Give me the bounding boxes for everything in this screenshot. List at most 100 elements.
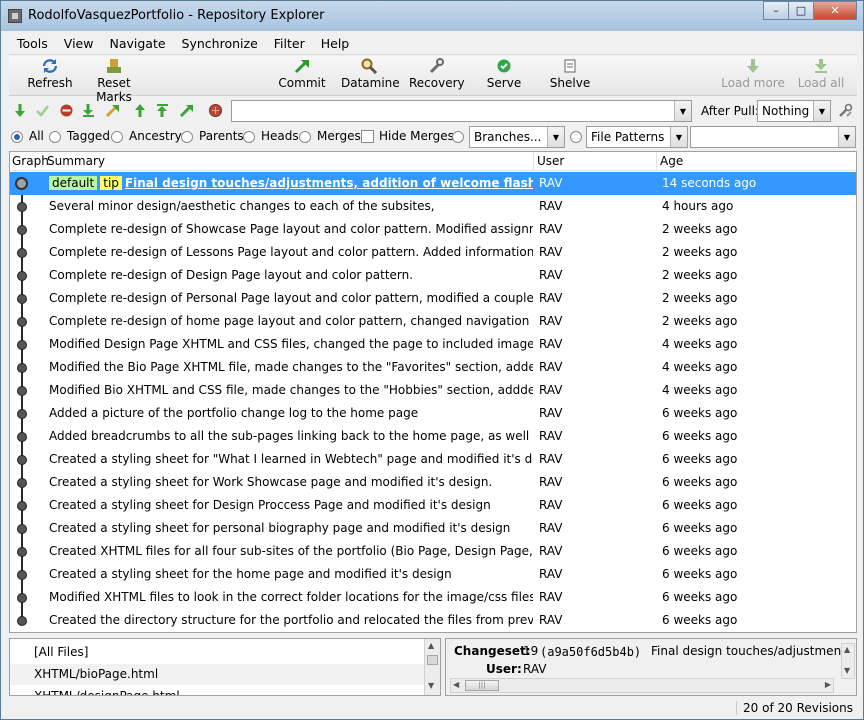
chevron-down-icon[interactable]: ▼	[813, 101, 830, 121]
table-row[interactable]: Modified Bio XHTML and CSS file, made ch…	[10, 379, 856, 402]
menu-view[interactable]: View	[56, 36, 102, 51]
file-list-item[interactable]: XHTML/bioPage.html	[10, 664, 424, 685]
table-row[interactable]: Created a styling sheet for the home pag…	[10, 563, 856, 586]
detail-hscrollbar[interactable]: ◀ ||| ▶	[450, 678, 834, 693]
scroll-up-icon[interactable]: ▲	[428, 641, 434, 650]
scroll-up-icon[interactable]: ▲	[844, 645, 850, 654]
window-controls: – □ ✕	[763, 1, 857, 21]
radio-merges[interactable]	[299, 131, 311, 143]
table-row[interactable]: Added breadcrumbs to all the sub-pages l…	[10, 425, 856, 448]
menu-synchronize[interactable]: Synchronize	[174, 36, 266, 51]
commit-button[interactable]: Commit	[277, 58, 327, 94]
file-patterns-select[interactable]: File Patterns ▼	[586, 126, 688, 148]
table-row[interactable]: Created a styling sheet for Design Procc…	[10, 494, 856, 517]
radio-parents[interactable]	[181, 131, 193, 143]
table-row[interactable]: Created a styling sheet for personal bio…	[10, 517, 856, 540]
table-row[interactable]: Complete re-design of Lessons Page layou…	[10, 241, 856, 264]
scroll-left-icon[interactable]: ◀	[453, 680, 459, 689]
scroll-thumb[interactable]	[427, 655, 438, 665]
radio-heads[interactable]	[243, 131, 255, 143]
table-row[interactable]: Added a picture of the portfolio change …	[10, 402, 856, 425]
table-row[interactable]: Complete re-design of Personal Page layo…	[10, 287, 856, 310]
chevron-down-icon[interactable]: ▼	[674, 101, 691, 121]
row-user: RAV	[539, 268, 563, 282]
push-branch-icon[interactable]	[179, 103, 194, 118]
row-summary: Created the directory structure for the …	[49, 613, 533, 627]
after-pull-select[interactable]: Nothing ▼	[757, 100, 831, 122]
file-pattern-input[interactable]: ▼	[690, 126, 856, 148]
header-age[interactable]: Age	[660, 154, 683, 168]
row-summary: Created a styling sheet for "What I lear…	[49, 452, 533, 466]
shelve-button[interactable]: Shelve	[547, 58, 593, 94]
changeset-rev: 19	[523, 644, 539, 658]
row-age: 6 weeks ago	[662, 567, 738, 581]
scroll-thumb[interactable]: |||	[465, 680, 499, 691]
datamine-button[interactable]: Datamine	[341, 58, 400, 94]
table-row[interactable]: Complete re-design of Showcase Page layo…	[10, 218, 856, 241]
repository-explorer-window: RodolfoVasquezPortfolio - Repository Exp…	[0, 0, 864, 720]
main-toolbar: Refresh Reset Marks Commit Datamine Reco…	[9, 56, 857, 104]
arrow-down-bar-icon	[815, 59, 827, 73]
table-row[interactable]: Modified the Bio Page XHTML file, made c…	[10, 356, 856, 379]
recovery-button[interactable]: Recovery	[409, 58, 465, 94]
update-icon[interactable]	[105, 103, 120, 118]
incoming-icon[interactable]	[13, 103, 28, 118]
menu-filter[interactable]: Filter	[266, 36, 313, 51]
load-all-button[interactable]: Load all	[795, 58, 847, 94]
table-row[interactable]: Complete re-design of home page layout a…	[10, 310, 856, 333]
header-user[interactable]: User	[537, 154, 564, 168]
outgoing-icon[interactable]	[133, 103, 148, 118]
minimize-button[interactable]: –	[763, 1, 789, 20]
row-summary: Complete re-design of Showcase Page layo…	[49, 222, 533, 236]
refresh-button[interactable]: Refresh	[25, 58, 75, 94]
table-row[interactable]: default tip Final design touches/adjustmen…	[10, 172, 856, 195]
file-list-scrollbar[interactable]: ▲ ▼	[424, 639, 440, 695]
radio-all[interactable]	[11, 131, 23, 143]
radio-ancestry[interactable]	[111, 131, 123, 143]
radio-branches[interactable]	[452, 131, 464, 143]
menu-navigate[interactable]: Navigate	[101, 36, 173, 51]
branches-select[interactable]: Branches... ▼	[469, 126, 565, 148]
radio-file-patterns[interactable]	[570, 131, 582, 143]
row-summary: Complete re-design of Lessons Page layou…	[49, 245, 533, 259]
reset-marks-button[interactable]: Reset Marks	[81, 58, 147, 104]
revset-combo[interactable]: ▼	[231, 100, 692, 122]
row-summary: Several minor design/aesthetic changes t…	[49, 199, 435, 213]
detail-vscrollbar[interactable]: ▲ ▼	[841, 643, 855, 679]
load-more-button[interactable]: Load more	[721, 58, 785, 94]
table-row[interactable]: Several minor design/aesthetic changes t…	[10, 195, 856, 218]
close-button[interactable]: ✕	[813, 1, 857, 20]
pull-icon[interactable]	[81, 103, 96, 118]
maximize-button[interactable]: □	[788, 1, 814, 20]
scroll-right-icon[interactable]: ▶	[825, 680, 831, 689]
table-row[interactable]: Modified XHTML files to look in the corr…	[10, 586, 856, 609]
pull-check-icon[interactable]	[35, 103, 50, 118]
serve-button[interactable]: Serve	[483, 58, 525, 94]
file-list-item[interactable]: [All Files]	[10, 642, 424, 663]
row-summary: Modified Design Page XHTML and CSS files…	[49, 337, 533, 351]
header-summary[interactable]: Summary	[47, 154, 105, 168]
table-row[interactable]: Created the directory structure for the …	[10, 609, 856, 632]
menu-help[interactable]: Help	[313, 36, 358, 51]
stop-icon[interactable]	[208, 103, 223, 118]
table-row[interactable]: Modified Design Page XHTML and CSS files…	[10, 333, 856, 356]
row-summary: Created a styling sheet for the home pag…	[49, 567, 452, 581]
reject-icon[interactable]	[59, 103, 74, 118]
settings-icon[interactable]	[838, 103, 853, 118]
header-graph[interactable]: Graph	[12, 154, 49, 168]
push-icon[interactable]	[155, 103, 170, 118]
filter-bar: ▼ After Pull: Nothing ▼	[9, 98, 857, 124]
radio-tagged[interactable]	[49, 131, 61, 143]
file-list-item[interactable]: XHTML/designPage.html	[10, 686, 424, 695]
chevron-down-icon[interactable]: ▼	[838, 127, 855, 147]
scroll-down-icon[interactable]: ▼	[844, 666, 850, 675]
chevron-down-icon[interactable]: ▼	[670, 127, 687, 147]
table-row[interactable]: Created a styling sheet for "What I lear…	[10, 448, 856, 471]
menu-tools[interactable]: Tools	[9, 36, 56, 51]
hide-merges-checkbox[interactable]	[361, 130, 374, 143]
scroll-down-icon[interactable]: ▼	[428, 681, 434, 690]
chevron-down-icon[interactable]: ▼	[547, 127, 564, 147]
table-row[interactable]: Created a styling sheet for Work Showcas…	[10, 471, 856, 494]
table-row[interactable]: Created XHTML files for all four sub-sit…	[10, 540, 856, 563]
table-row[interactable]: Complete re-design of Design Page layout…	[10, 264, 856, 287]
